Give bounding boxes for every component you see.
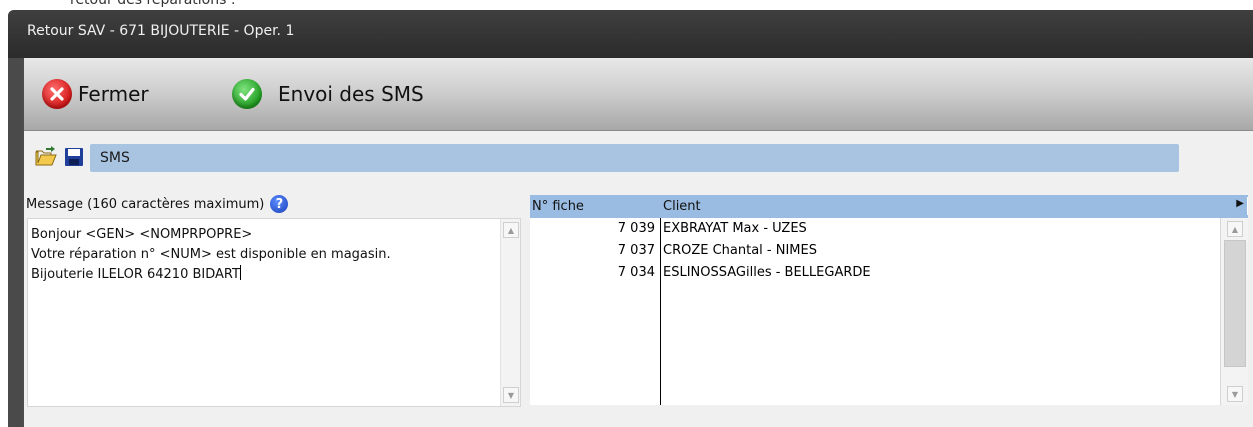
scroll-down-arrow[interactable]: ▼ [503, 387, 519, 403]
table-scrollbar[interactable]: ▲ ▼ [1220, 218, 1248, 405]
table-header: N° fiche Client ▶ [530, 195, 1248, 218]
table-row[interactable]: 7 039 EXBRAYAT Max - UZES [530, 218, 1202, 240]
sav-window: Retour SAV - 671 BIJOUTERIE - Oper. 1 Fe… [8, 10, 1253, 427]
message-label: Message (160 caractères maximum) ? [26, 195, 289, 213]
table-body: 7 039 EXBRAYAT Max - UZES 7 037 CROZE Ch… [530, 218, 1248, 405]
message-scrollbar[interactable]: ▲ ▼ [500, 219, 520, 406]
row-client: EXBRAYAT Max - UZES [663, 221, 807, 236]
message-label-text: Message (160 caractères maximum) [26, 196, 265, 212]
header-edge [1247, 197, 1248, 215]
close-button[interactable]: Fermer [42, 78, 149, 110]
table-scroll-thumb[interactable] [1224, 240, 1246, 367]
recipients-table: N° fiche Client ▶ 7 039 EXBRAYAT Max - U… [530, 195, 1248, 405]
panel-header: SMS [90, 144, 1179, 172]
close-button-label: Fermer [78, 82, 149, 106]
column-header-num[interactable]: N° fiche [532, 199, 584, 214]
send-sms-button[interactable]: Envoi des SMS [232, 78, 424, 110]
window-title: Retour SAV - 671 BIJOUTERIE - Oper. 1 [27, 23, 295, 39]
column-header-client[interactable]: Client [663, 199, 701, 214]
checkmark-icon [232, 79, 262, 109]
message-textarea[interactable]: Bonjour <GEN> <NOMPRPOPRE> Votre réparat… [27, 218, 521, 407]
background-window-title: retour des réparations : [70, 0, 236, 8]
row-num: 7 037 [617, 243, 655, 258]
table-scroll-up-arrow[interactable]: ▲ [1227, 221, 1243, 237]
column-menu-arrow-icon[interactable]: ▶ [1236, 198, 1244, 209]
row-num: 7 034 [617, 265, 655, 280]
table-row[interactable]: 7 034 ESLINOSSAGilles - BELLEGARDE [530, 262, 1202, 284]
toolbar: Fermer Envoi des SMS [24, 58, 1253, 131]
close-icon [42, 79, 72, 109]
help-icon[interactable]: ? [270, 195, 289, 213]
open-folder-icon[interactable] [34, 145, 58, 169]
text-caret [239, 265, 241, 280]
send-sms-button-label: Envoi des SMS [278, 82, 424, 106]
row-client: ESLINOSSAGilles - BELLEGARDE [663, 265, 871, 280]
save-icon[interactable] [62, 145, 86, 169]
table-row[interactable]: 7 037 CROZE Chantal - NIMES [530, 240, 1202, 262]
table-scroll-down-arrow[interactable]: ▼ [1227, 386, 1243, 402]
title-bar[interactable]: Retour SAV - 671 BIJOUTERIE - Oper. 1 [8, 10, 1253, 58]
panel-title: SMS [100, 150, 130, 166]
scroll-up-arrow[interactable]: ▲ [503, 222, 519, 238]
window-client-area: Fermer Envoi des SMS SMS Message (160 ca… [21, 58, 1253, 427]
row-num: 7 039 [617, 221, 655, 236]
row-client: CROZE Chantal - NIMES [663, 243, 817, 258]
message-text: Bonjour <GEN> <NOMPRPOPRE> Votre réparat… [31, 227, 391, 282]
